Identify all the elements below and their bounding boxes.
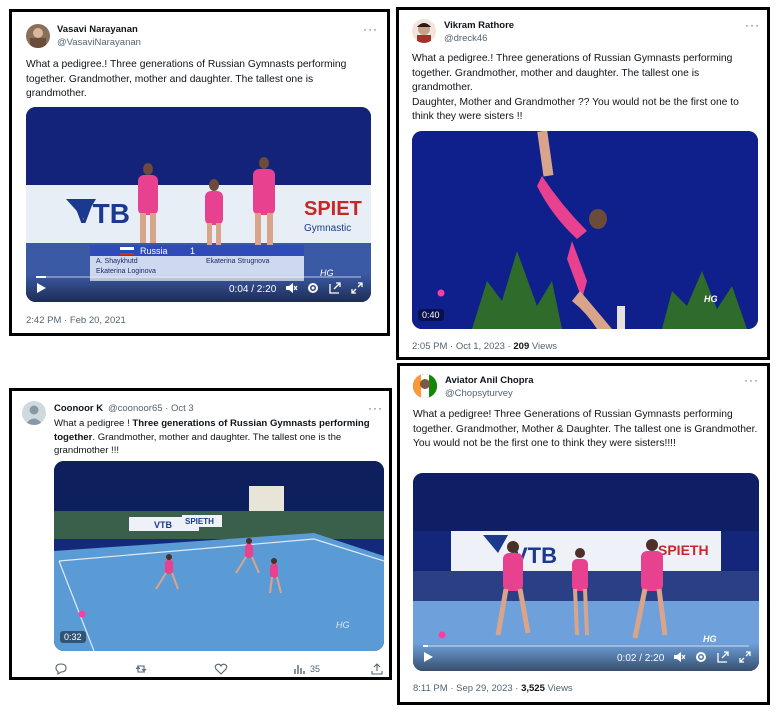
video-time: 0:04 / 2:20 (229, 284, 277, 295)
settings-gear-icon[interactable] (694, 650, 708, 664)
progress-bar[interactable] (423, 645, 749, 647)
user-handle[interactable]: @VasaviNarayanan (57, 37, 141, 48)
video-controls: 0:04 / 2:20 (26, 274, 371, 302)
tweet-paragraph: Daughter, Mother and Grandmother ?? You … (412, 96, 739, 123)
display-name[interactable]: Aviator Anil Chopra (445, 375, 534, 386)
tweet-timestamp[interactable]: 2:05 PM · Oct 1, 2023 · 209 Views (412, 341, 557, 352)
avatar-image (413, 374, 437, 398)
settings-gear-icon[interactable] (306, 281, 320, 295)
sponsor-vtb-logo: VTB (154, 520, 173, 530)
tweet-card-aviator[interactable]: Aviator Anil Chopra @Chopsyturvey ··· Wh… (397, 363, 770, 705)
tweet-text: What a pedigree.! Three generations of R… (412, 52, 757, 125)
watermark: HG (336, 620, 350, 630)
default-profile-icon (25, 405, 43, 425)
tweet-card-coonoor[interactable]: Coonoor K @coonoor65 · Oct 3 ··· What a … (9, 388, 392, 680)
video-controls: 0:02 / 2:20 (413, 643, 759, 671)
display-name[interactable]: Vasavi Narayanan (57, 24, 138, 35)
video-time: 0:02 / 2:20 (617, 653, 665, 664)
timestamp-text: 2:05 PM · Oct 1, 2023 · (412, 341, 514, 352)
sponsor-spieth-logo: SPIET (304, 198, 362, 220)
user-handle[interactable]: @coonoor65 · Oct 3 (108, 403, 194, 414)
video-duration: 0:32 (60, 631, 86, 643)
views-chart-icon[interactable] (292, 662, 306, 676)
play-icon[interactable] (421, 650, 435, 664)
share-icon[interactable] (370, 662, 384, 676)
pip-icon[interactable] (716, 650, 730, 664)
avatar[interactable] (412, 19, 436, 43)
tweet-paragraph: What a pedigree! Three Generations of Ru… (413, 409, 758, 435)
avatar-image (417, 23, 431, 43)
scoreboard-name-1: A. Shaykhutd (96, 258, 138, 265)
video-player[interactable]: VTB SPIET Gymnastic Russia 1 A. Shaykhut… (26, 107, 371, 302)
avatar[interactable] (413, 374, 437, 398)
tweet-paragraph: What a pedigree.! Three generations of R… (26, 59, 347, 100)
more-options-icon[interactable]: ··· (744, 373, 759, 387)
timestamp-text: 8:11 PM · Sep 29, 2023 · (413, 683, 522, 694)
more-options-icon[interactable]: ··· (368, 401, 383, 415)
video-player[interactable]: HG 0:40 (412, 131, 758, 329)
views-label: Views (544, 683, 573, 694)
mute-icon[interactable] (284, 281, 298, 295)
avatar[interactable] (22, 401, 46, 425)
fullscreen-icon[interactable] (350, 281, 364, 295)
scoreboard-score: 1 (190, 246, 196, 256)
views-count: 35 (310, 664, 321, 674)
avatar[interactable] (26, 24, 50, 48)
more-options-icon[interactable]: ··· (363, 22, 378, 36)
tweet-text: What a pedigree ! Three generations of R… (54, 417, 384, 458)
user-handle[interactable]: @Chopsyturvey (445, 388, 513, 399)
sponsor-spieth-logo: SPIETH (185, 517, 214, 526)
views-count: 209 (513, 341, 530, 352)
tweet-timestamp[interactable]: 2:42 PM · Feb 20, 2021 (26, 315, 126, 326)
scoreboard-name-2: Ekaterina Strugnova (206, 258, 270, 265)
tweet-paragraph: What a pedigree.! Three generations of R… (412, 53, 733, 94)
sponsor-spieth-logo: SPIETH (658, 542, 709, 558)
tweet-timestamp[interactable]: 8:11 PM · Sep 29, 2023 · 3,525 Views (413, 683, 573, 694)
tweet-text: What a pedigree! Three Generations of Ru… (413, 408, 758, 452)
more-options-icon[interactable]: ··· (745, 18, 760, 32)
mute-icon[interactable] (672, 650, 686, 664)
progress-bar[interactable] (36, 276, 361, 278)
views-label: Views (529, 341, 558, 352)
scoreboard-country: Russia (140, 246, 168, 256)
video-player[interactable]: VTB SPIETH HG 0:32 (54, 461, 384, 651)
like-heart-icon[interactable] (214, 662, 228, 676)
reply-icon[interactable] (54, 662, 68, 676)
views-count: 3,525 (521, 683, 545, 694)
tweet-card-vasavi[interactable]: Vasavi Narayanan @VasaviNarayanan ··· Wh… (9, 9, 390, 336)
display-name[interactable]: Vikram Rathore (444, 20, 514, 31)
retweet-icon[interactable] (134, 662, 148, 676)
avatar-image (30, 28, 46, 48)
tweet-paragraph: You would not be the first one to think … (413, 438, 676, 450)
video-duration: 0:40 (418, 309, 444, 321)
svg-text:Gymnastic: Gymnastic (304, 223, 351, 234)
display-name[interactable]: Coonoor K (54, 403, 103, 414)
watermark: HG (704, 294, 718, 304)
tweet-text-prefix: What a pedigree ! (54, 418, 133, 429)
tweet-text: What a pedigree.! Three generations of R… (26, 58, 376, 102)
video-player[interactable]: VTB SPIETH HG 0:02 / 2:20 (413, 473, 759, 671)
tweet-text-suffix: . Grandmother, mother and daughter. The … (54, 431, 342, 457)
user-handle[interactable]: @dreck46 (444, 33, 487, 44)
fullscreen-icon[interactable] (738, 650, 752, 664)
pip-icon[interactable] (328, 281, 342, 295)
tweet-card-vikram[interactable]: Vikram Rathore @dreck46 ··· What a pedig… (396, 7, 770, 360)
play-icon[interactable] (34, 281, 48, 295)
